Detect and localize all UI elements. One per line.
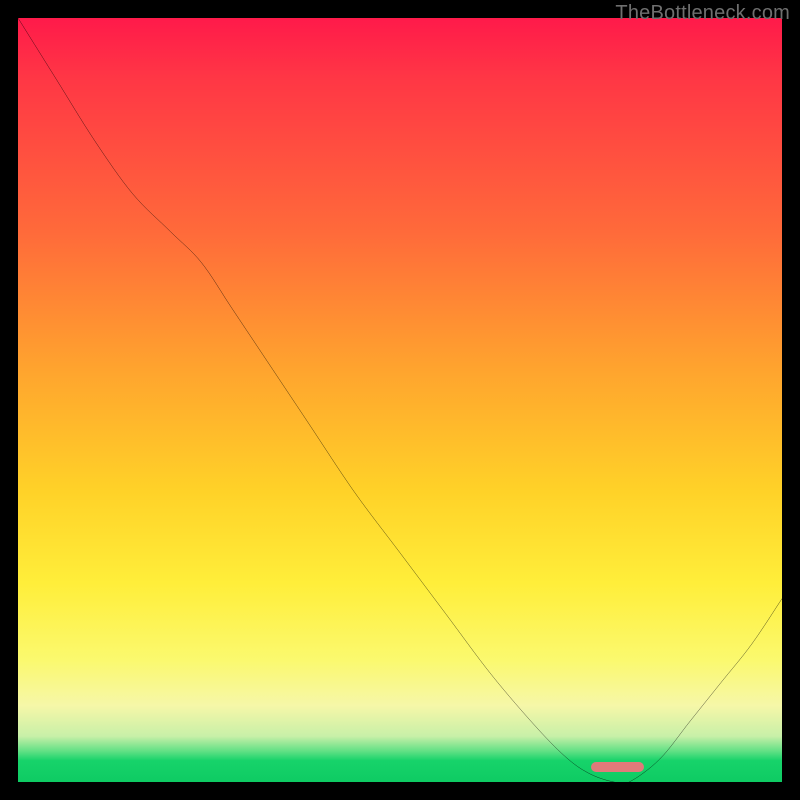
optimal-zone-marker: [591, 762, 644, 772]
curve-layer: [18, 18, 782, 782]
attribution-text: TheBottleneck.com: [615, 2, 790, 25]
chart-stage: TheBottleneck.com: [0, 0, 800, 800]
bottleneck-curve: [18, 18, 782, 784]
